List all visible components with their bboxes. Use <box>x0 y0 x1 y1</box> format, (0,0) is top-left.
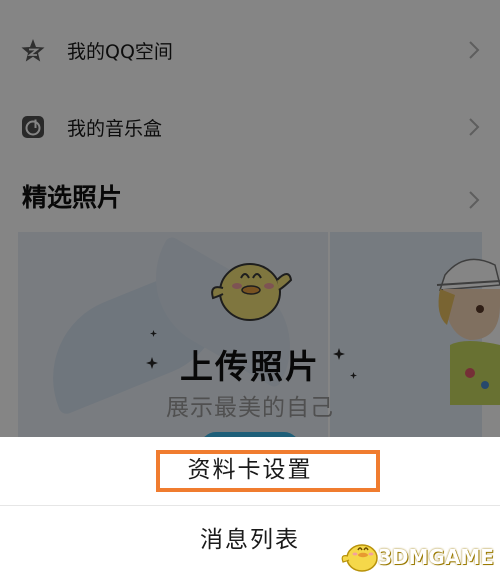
watermark-text: 3DMGAME <box>378 545 494 569</box>
dim-overlay[interactable] <box>0 0 500 437</box>
divider <box>0 505 500 506</box>
profile-page: 我的QQ空间 我的音乐盒 精选照片 上传照片 展示最美的自己 资料卡设置 消息列… <box>0 0 500 577</box>
chick-logo-icon <box>341 544 378 572</box>
highlight-box <box>156 450 380 492</box>
watermark-logo: 3DMGAME <box>338 530 500 577</box>
